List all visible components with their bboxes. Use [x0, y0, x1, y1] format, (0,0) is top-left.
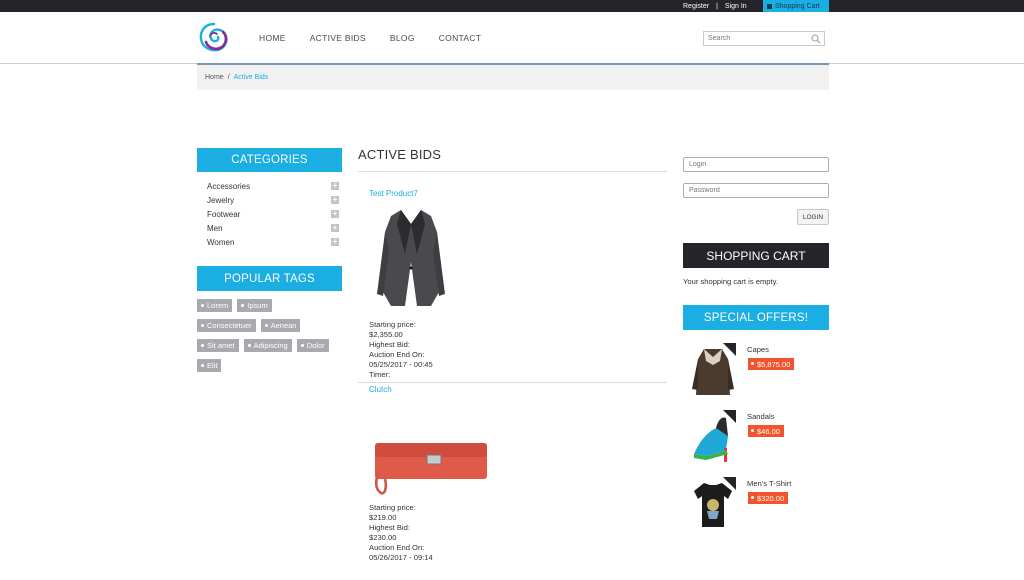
- offer-item[interactable]: Capes $5,875.00: [690, 343, 830, 398]
- offer-name[interactable]: Sandals: [747, 412, 774, 421]
- breadcrumb-separator: /: [227, 74, 230, 81]
- breadcrumb-home[interactable]: Home: [205, 74, 224, 81]
- site-header: HOME ACTIVE BIDS BLOG CONTACT: [0, 12, 1024, 64]
- starting-price-label: Starting price:: [369, 320, 416, 329]
- highest-bid-label: Highest Bid:: [369, 523, 410, 533]
- offer-name[interactable]: Men's T-Shirt: [747, 479, 791, 488]
- shopping-cart-tab[interactable]: Shopping Cart: [763, 0, 829, 12]
- starting-price-value: $219.00: [369, 513, 397, 523]
- offer-corner-ribbon: [723, 343, 736, 356]
- top-bar: Register | Sign In Shopping Cart: [0, 0, 1024, 12]
- bid-product: Test Product7 Starting price: $2,355.00 …: [369, 189, 669, 381]
- expand-plus-icon[interactable]: +: [331, 238, 339, 246]
- nav-blog[interactable]: BLOG: [390, 33, 415, 43]
- tag-elit[interactable]: Elit: [197, 359, 222, 372]
- category-list: Accessories + Jewelry + Footwear + Men + Wom…: [197, 179, 342, 249]
- expand-plus-icon[interactable]: +: [331, 182, 339, 190]
- auction-end-value: 05/25/2017 - 00:45: [369, 360, 433, 370]
- cart-empty-message: Your shopping cart is empty.: [683, 277, 778, 286]
- highest-bid-label: Highest Bid:: [369, 340, 410, 350]
- clutch-image[interactable]: [371, 437, 491, 497]
- title-divider: [358, 171, 667, 172]
- auction-end-label: Auction End On:: [369, 543, 425, 553]
- search-input[interactable]: [704, 32, 804, 45]
- starting-price-value: $2,355.00: [369, 330, 403, 340]
- category-item-footwear[interactable]: Footwear +: [197, 207, 342, 221]
- auction-end-label: Auction End On:: [369, 350, 425, 360]
- search-box: [703, 31, 825, 46]
- breadcrumb: Home / Active Bids: [197, 65, 829, 90]
- auction-end-value: 05/26/2017 - 09:14: [369, 553, 433, 563]
- category-item-men[interactable]: Men +: [197, 221, 342, 235]
- offer-price-badge: $5,875.00: [748, 358, 795, 370]
- sign-in-link[interactable]: Sign In: [725, 3, 747, 10]
- highest-bid-value: $230.00: [369, 533, 397, 543]
- tag-ipsum[interactable]: Ipsum: [237, 299, 272, 312]
- product-divider: [358, 382, 667, 383]
- category-label: Accessories: [207, 181, 251, 191]
- offer-item[interactable]: Men's T-Shirt $320.00: [690, 477, 830, 532]
- login-input[interactable]: [684, 158, 828, 171]
- tag-dolor[interactable]: Dolor: [296, 339, 329, 352]
- product-name-link[interactable]: Test Product7: [369, 189, 669, 198]
- login-button[interactable]: LOGIN: [797, 209, 829, 225]
- tag-lorem[interactable]: Lorem: [197, 299, 233, 312]
- category-item-jewelry[interactable]: Jewelry +: [197, 193, 342, 207]
- expand-plus-icon[interactable]: +: [331, 210, 339, 218]
- breadcrumb-current: Active Bids: [233, 74, 269, 81]
- expand-plus-icon[interactable]: +: [331, 224, 339, 232]
- offer-corner-ribbon: [723, 477, 736, 490]
- spiral-logo[interactable]: [198, 20, 230, 54]
- shopping-cart-label: Shopping Cart: [775, 2, 820, 10]
- popular-tags-title: POPULAR TAGS: [197, 266, 342, 291]
- nav-home[interactable]: HOME: [259, 33, 286, 43]
- main-nav: HOME ACTIVE BIDS BLOG CONTACT: [259, 33, 505, 43]
- bid-product: Clutch Starting price: $219.00 Highest B…: [369, 385, 669, 564]
- special-offers-title: SPECIAL OFFERS!: [683, 305, 829, 330]
- product-name-link[interactable]: Clutch: [369, 385, 669, 394]
- account-links: Register | Sign In: [683, 0, 747, 12]
- blazer-image[interactable]: [371, 202, 451, 314]
- shopping-bag-icon: [767, 3, 772, 9]
- offer-corner-ribbon: [723, 410, 736, 423]
- password-field-wrapper: [683, 183, 829, 198]
- offer-price-badge: $320.00: [748, 492, 789, 504]
- starting-price-label: Starting price:: [369, 503, 416, 512]
- offer-price-badge: $46.00: [748, 425, 784, 437]
- offer-item[interactable]: Sandals $46.00: [690, 410, 830, 465]
- category-label: Jewelry: [207, 195, 235, 205]
- categories-title: CATEGORIES: [197, 148, 342, 172]
- tag-adipiscing[interactable]: Adipiscing: [243, 339, 292, 352]
- nav-active-bids[interactable]: ACTIVE BIDS: [310, 33, 366, 43]
- login-field-wrapper: [683, 157, 829, 172]
- category-item-women[interactable]: Women +: [197, 235, 342, 249]
- tag-sit-amet[interactable]: Sit amet: [197, 339, 239, 352]
- register-link[interactable]: Register: [683, 3, 709, 10]
- category-label: Men: [207, 223, 223, 233]
- tag-aenean[interactable]: Aenean: [260, 319, 301, 332]
- nav-contact[interactable]: CONTACT: [439, 33, 482, 43]
- link-separator: |: [716, 2, 718, 10]
- active-bids-title: ACTIVE BIDS: [358, 147, 442, 162]
- category-item-accessories[interactable]: Accessories +: [197, 179, 342, 193]
- tag-cloud: Lorem Ipsum Consectetuer Aenean Sit amet…: [197, 299, 347, 379]
- category-label: Footwear: [207, 209, 241, 219]
- tag-consectetuer[interactable]: Consectetuer: [197, 319, 256, 332]
- shopping-cart-title: SHOPPING CART: [683, 243, 829, 268]
- search-icon[interactable]: [811, 34, 821, 44]
- expand-plus-icon[interactable]: +: [331, 196, 339, 204]
- offer-name[interactable]: Capes: [747, 345, 769, 354]
- timer-label: Timer:: [369, 370, 391, 380]
- category-label: Women: [207, 237, 235, 247]
- password-input[interactable]: [684, 184, 828, 197]
